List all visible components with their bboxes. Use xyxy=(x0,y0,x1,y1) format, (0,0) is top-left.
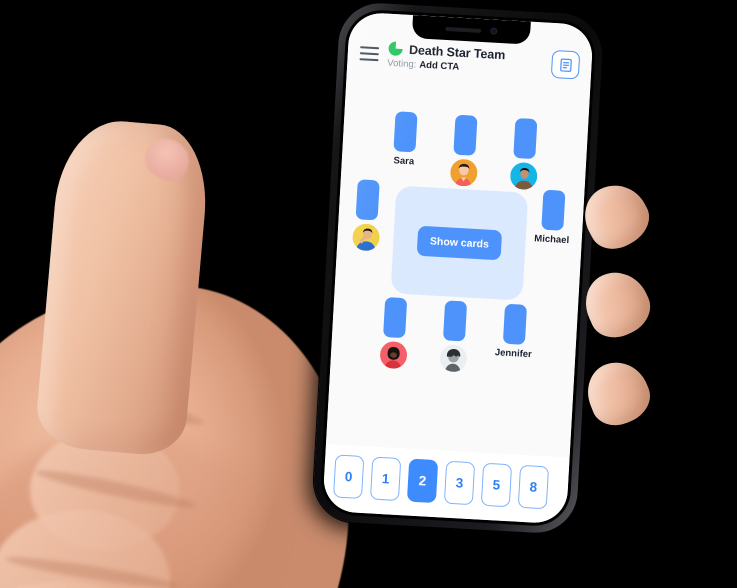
deck-card-0[interactable]: 0 xyxy=(333,454,365,499)
deck-card-3[interactable]: 3 xyxy=(443,460,476,506)
document-list-icon xyxy=(559,57,572,72)
seat-left-1[interactable] xyxy=(347,179,387,252)
deck-card-1[interactable]: 1 xyxy=(369,456,402,502)
seat-top-3[interactable] xyxy=(505,117,545,191)
seat-bottom-2[interactable] xyxy=(434,300,474,373)
deck-card-8[interactable]: 8 xyxy=(517,464,550,510)
avatar xyxy=(351,223,380,252)
player-name: Michael xyxy=(534,233,570,247)
phone-bezel: Death Star Team Voting: Add CTA Show car… xyxy=(319,8,597,528)
thumbnail xyxy=(138,131,196,188)
phone-screen: Death Star Team Voting: Add CTA Show car… xyxy=(322,11,594,525)
show-cards-button[interactable]: Show cards xyxy=(416,225,503,261)
seat-top-1[interactable]: Sara xyxy=(386,111,425,168)
voting-status-value: Add CTA xyxy=(419,59,460,73)
table-surface: Show cards xyxy=(390,185,529,301)
player-name: Jennifer xyxy=(494,347,533,361)
player-card-back[interactable] xyxy=(513,117,538,160)
header-title-block: Death Star Team Voting: Add CTA xyxy=(387,41,543,78)
player-card-back[interactable] xyxy=(383,296,408,339)
seat-top-2[interactable] xyxy=(445,114,485,187)
avatar xyxy=(378,340,408,370)
earpiece-speaker xyxy=(445,26,482,33)
player-card-back[interactable] xyxy=(502,303,528,345)
deck-card-2[interactable]: 2 xyxy=(406,458,439,504)
player-card-back[interactable] xyxy=(393,111,418,153)
seat-bottom-1[interactable] xyxy=(374,296,414,370)
scene-background: Death Star Team Voting: Add CTA Show car… xyxy=(0,0,737,588)
player-card-back[interactable] xyxy=(541,189,566,231)
card-deck[interactable]: 012358 xyxy=(322,443,570,525)
voting-board: Show cards Sara Michael Jennifer xyxy=(325,74,591,458)
seat-bottom-3[interactable]: Jennifer xyxy=(495,303,534,360)
voting-status-label: Voting: xyxy=(387,57,417,71)
player-card-back[interactable] xyxy=(355,179,380,221)
fingertip xyxy=(578,353,658,433)
seat-right-1[interactable]: Michael xyxy=(533,189,572,246)
thumb xyxy=(33,116,213,458)
front-camera xyxy=(490,27,498,35)
player-name: Sara xyxy=(393,155,415,168)
player-card-back[interactable] xyxy=(453,114,478,156)
avatar xyxy=(438,344,468,373)
green-pie-logo-icon xyxy=(388,41,403,56)
hamburger-menu-icon[interactable] xyxy=(359,46,380,62)
deck-card-5[interactable]: 5 xyxy=(480,462,513,508)
phone-device: Death Star Team Voting: Add CTA Show car… xyxy=(311,1,605,535)
avatar xyxy=(449,158,478,187)
player-card-back[interactable] xyxy=(442,300,468,342)
document-list-button[interactable] xyxy=(550,49,581,80)
avatar xyxy=(509,161,538,191)
